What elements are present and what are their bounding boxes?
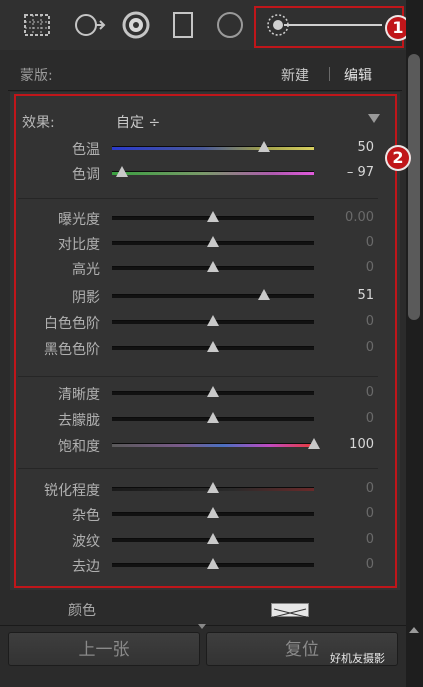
slider-thumb[interactable] [207,236,219,247]
slider-value: 50 [357,140,374,155]
slider-thumb[interactable] [207,482,219,493]
slider-thumb[interactable] [257,289,270,300]
effect-label: 效果: [22,115,55,131]
slider-value: 0 [365,506,374,521]
slider-track[interactable] [112,171,314,175]
color-swatch[interactable] [271,603,309,618]
radial-filter-icon[interactable] [213,10,247,40]
scrollbar-thumb[interactable] [408,54,420,320]
slider-value: 0 [365,260,374,275]
slider-label: 杂色 [72,508,100,524]
slider-value: 100 [349,437,374,452]
slider-label: 高光 [72,262,100,278]
slider-label: 白色色阶 [44,316,100,332]
slider-value: 0 [365,532,374,547]
slider-label: 去朦胧 [58,413,100,429]
slider-thumb[interactable] [116,166,129,177]
slider-value: 51 [357,288,374,303]
slider-value: 0 [365,235,374,250]
slider-thumb[interactable] [207,558,219,569]
slider-track[interactable] [112,443,314,447]
slider-thumb[interactable] [207,386,219,397]
red-eye-icon[interactable] [119,10,153,40]
slider-value: 0 [365,411,374,426]
effect-dropdown[interactable]: 自定 ÷ [116,112,160,132]
annotation-badge-2: 2 [385,145,411,171]
divider [8,90,402,91]
watermark: 好机友摄影 [330,652,385,665]
mask-label: 蒙版: [20,68,53,84]
slider-label: 饱和度 [58,439,100,455]
slider-track[interactable] [112,294,314,298]
crop-grid-icon[interactable] [20,10,54,40]
section-divider [18,376,378,377]
slider-label: 色温 [72,142,100,158]
slider-value: 0.00 [345,210,374,225]
graduated-filter-icon[interactable] [166,10,200,40]
mask-divider [329,67,330,81]
slider-thumb[interactable] [257,141,270,152]
no-color-icon [273,608,307,618]
slider-label: 对比度 [58,237,100,253]
slider-label: 黑色色阶 [44,342,100,358]
slider-thumb[interactable] [207,412,219,423]
slider-value: 0 [365,314,374,329]
panel-collapse-icon[interactable] [368,114,380,123]
slider-thumb[interactable] [207,261,219,272]
mask-edit-button[interactable]: 编辑 [344,65,372,85]
slider-thumb[interactable] [207,507,219,518]
slider-label: 清晰度 [58,387,100,403]
slider-value: 0 [365,481,374,496]
panel-toggle-icon[interactable] [198,624,206,629]
slider-thumb[interactable] [207,315,219,326]
slider-thumb[interactable] [207,533,219,544]
color-label: 颜色 [68,603,96,619]
slider-value: – 97 [346,165,374,180]
slider-value: 0 [365,340,374,355]
spot-removal-icon[interactable] [72,10,106,40]
slider-label: 曝光度 [58,212,100,228]
slider-label: 波纹 [72,534,100,550]
slider-thumb[interactable] [207,211,219,222]
previous-button[interactable]: 上一张 [8,632,200,666]
scroll-up-arrow-icon[interactable] [409,627,419,633]
slider-thumb[interactable] [207,341,219,352]
section-divider [18,198,378,199]
mask-new-button[interactable]: 新建 [281,65,309,85]
annotation-box-1 [254,6,404,48]
slider-label: 去边 [72,559,100,575]
section-divider [18,468,378,469]
slider-value: 0 [365,385,374,400]
slider-label: 锐化程度 [44,483,100,499]
slider-label: 色调 [72,167,100,183]
mask-row: 蒙版: 新建 编辑 [0,58,406,88]
slider-track[interactable] [112,146,314,150]
slider-label: 阴影 [72,290,100,306]
slider-value: 0 [365,557,374,572]
